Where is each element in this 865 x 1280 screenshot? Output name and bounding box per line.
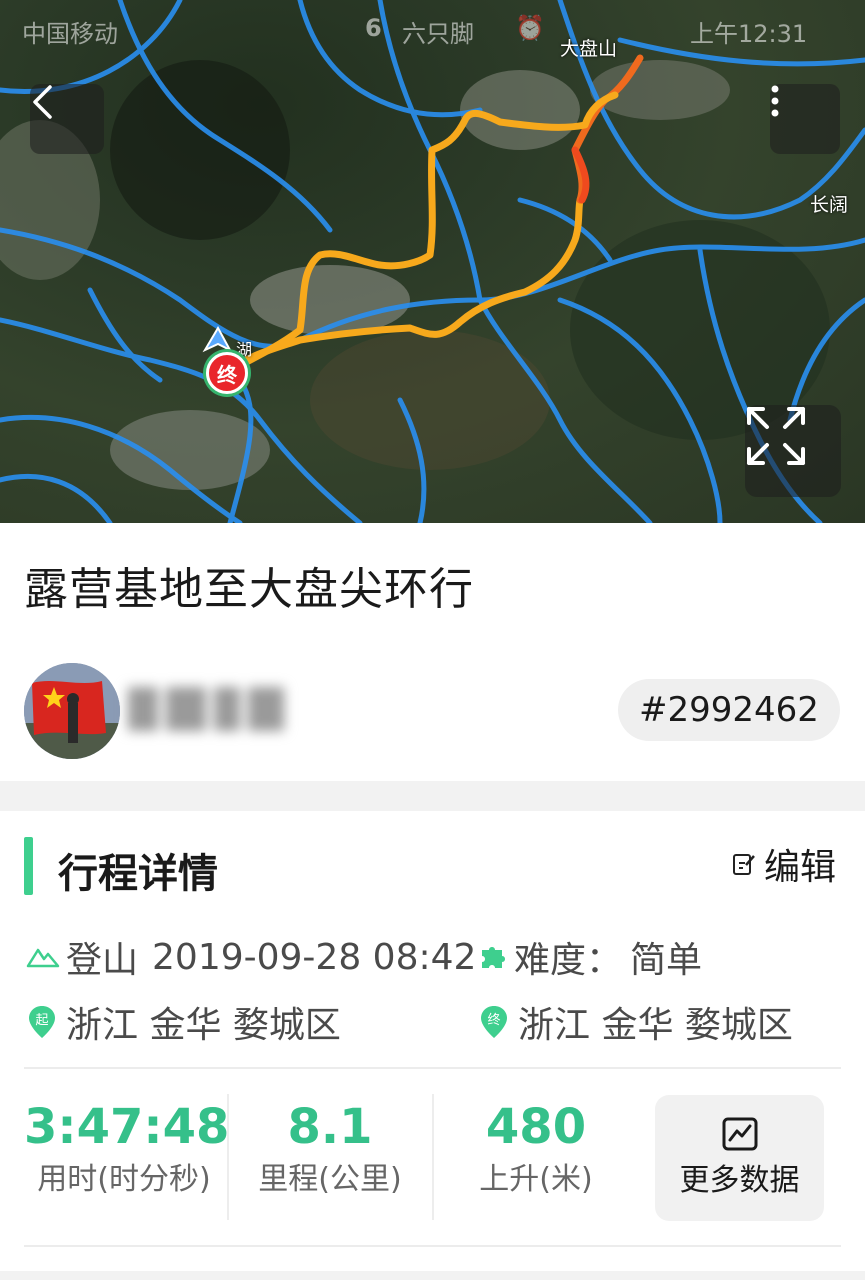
- end-pin-label: 终: [487, 1013, 501, 1028]
- edit-label: 编辑: [764, 847, 837, 888]
- map-label-peak: 大盘山: [560, 38, 618, 60]
- back-button[interactable]: [30, 84, 104, 154]
- divider: [24, 1067, 841, 1069]
- stat-ascent: 480 上升(米): [436, 1096, 636, 1202]
- more-data-label: 更多数据: [679, 1163, 800, 1198]
- status-notification-count: 6: [365, 14, 382, 42]
- end-location: 浙江 金华 婺城区: [518, 1005, 793, 1046]
- chart-icon: [722, 1117, 757, 1151]
- status-time: 上午12:31: [690, 20, 808, 48]
- trip-title: 露营基地至大盘尖环行: [24, 564, 474, 615]
- more-vertical-icon: [771, 85, 779, 117]
- stat-separator: [227, 1094, 229, 1220]
- end-point-marker[interactable]: 终: [206, 352, 248, 394]
- chevron-left-icon: [33, 85, 52, 119]
- difficulty-label: 难度：: [514, 940, 623, 981]
- fullscreen-button[interactable]: [745, 405, 841, 497]
- stat-ascent-value: 480: [485, 1099, 587, 1155]
- route-map[interactable]: 中国移动 6 六只脚 ⏰ 上午12:31 大盘山 长阔 湖 终: [0, 0, 865, 523]
- trip-datetime: 2019-09-28 08:42: [152, 936, 477, 978]
- username-blurred: [128, 687, 298, 739]
- start-pin-icon: 起: [28, 1005, 60, 1039]
- start-pin-label: 起: [35, 1013, 49, 1028]
- trip-details-card: 行程详情 编辑 登山 2019-09-28 08:42 难度： 简单 起 浙江 …: [0, 811, 865, 1271]
- end-location-info: 终 浙江 金华 婺城区: [480, 996, 793, 1048]
- end-pin-icon: 终: [480, 1005, 512, 1039]
- avatar[interactable]: [24, 663, 120, 759]
- stat-distance-label: 里程(公里): [258, 1162, 402, 1197]
- end-point-marker-label: 终: [217, 362, 237, 387]
- edit-icon: [733, 854, 755, 875]
- status-carrier: 中国移动: [22, 20, 118, 48]
- map-layer: [0, 0, 865, 523]
- mountain-icon: [26, 945, 60, 969]
- edit-button[interactable]: 编辑: [732, 839, 836, 889]
- activity-info: 登山 2019-09-28 08:42: [26, 931, 476, 983]
- puzzle-icon: [478, 942, 508, 972]
- difficulty-value: 简单: [630, 940, 703, 981]
- section-accent-bar: [24, 837, 33, 895]
- stat-distance: 8.1 里程(公里): [230, 1096, 430, 1202]
- difficulty-info: 难度： 简单: [478, 931, 702, 983]
- stat-duration-value: 3:47:48: [24, 1099, 230, 1155]
- start-location-info: 起 浙江 金华 婺城区: [28, 996, 341, 1048]
- map-label-east: 长阔: [810, 194, 849, 216]
- section-title: 行程详情: [58, 851, 218, 897]
- stat-separator: [432, 1094, 434, 1220]
- more-data-button[interactable]: 更多数据: [655, 1095, 824, 1221]
- alarm-icon: ⏰: [515, 14, 545, 42]
- stat-duration: 3:47:48 用时(时分秒): [24, 1096, 230, 1202]
- activity-type: 登山: [66, 940, 139, 981]
- trip-id-badge[interactable]: #2992462: [618, 679, 840, 741]
- trip-header: 露营基地至大盘尖环行 #2992462: [0, 523, 865, 781]
- status-notification-text: 六只脚: [402, 20, 474, 48]
- avatar-image: [24, 663, 120, 759]
- expand-icon: [747, 407, 805, 465]
- divider: [24, 1245, 841, 1247]
- stat-ascent-label: 上升(米): [479, 1162, 593, 1197]
- more-options-button[interactable]: [770, 84, 840, 154]
- stat-distance-value: 8.1: [287, 1099, 373, 1155]
- stat-duration-label: 用时(时分秒): [37, 1162, 211, 1197]
- start-location: 浙江 金华 婺城区: [66, 1005, 341, 1046]
